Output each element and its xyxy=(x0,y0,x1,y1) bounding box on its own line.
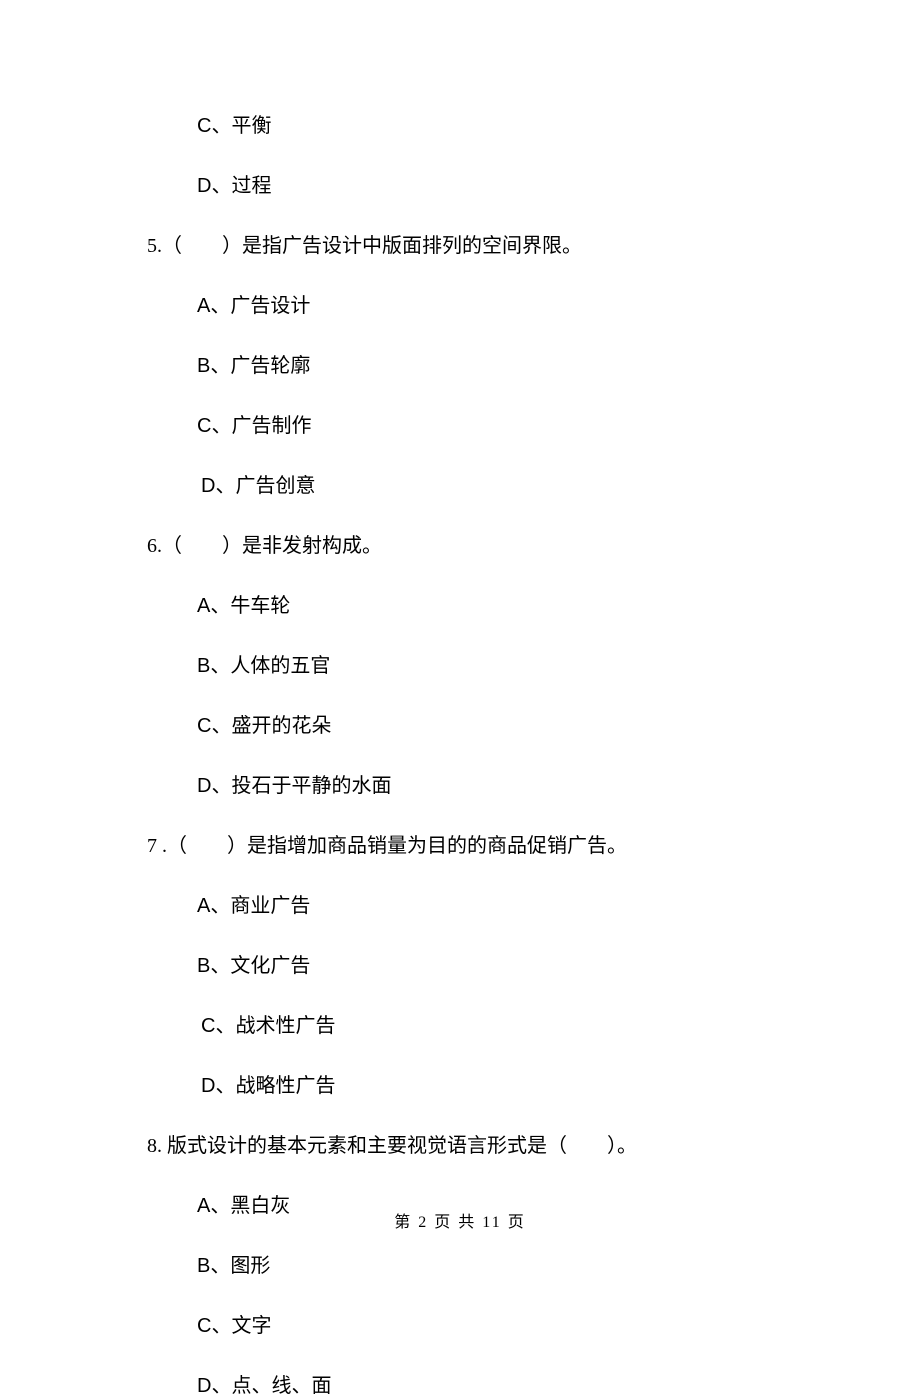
option-letter: C xyxy=(197,415,211,437)
option-text: 、投石于平静的水面 xyxy=(211,775,391,797)
option-letter: C xyxy=(197,115,211,137)
option-text: 、牛车轮 xyxy=(210,595,290,617)
question-number: 8. xyxy=(147,1135,162,1157)
q7-option-d: D、战略性广告 xyxy=(147,1072,820,1100)
option-letter: D xyxy=(201,1075,215,1097)
option-text: 、盛开的花朵 xyxy=(211,715,331,737)
question-text: （ ）是指广告设计中版面排列的空间界限。 xyxy=(162,235,582,257)
option-text: 、图形 xyxy=(210,1255,270,1277)
option-letter: D xyxy=(197,775,211,797)
option-text: 、广告制作 xyxy=(211,415,311,437)
question-number: 6. xyxy=(147,535,162,557)
q8-option-b: B、图形 xyxy=(147,1252,820,1280)
option-letter: B xyxy=(197,355,210,377)
q7-option-c: C、战术性广告 xyxy=(147,1012,820,1040)
q5-option-a: A、广告设计 xyxy=(147,292,820,320)
q4-option-c: C、平衡 xyxy=(147,112,820,140)
option-text: 、广告轮廓 xyxy=(210,355,310,377)
option-letter: C xyxy=(201,1015,215,1037)
question-number: 7 . xyxy=(147,835,167,857)
q6-option-b: B、人体的五官 xyxy=(147,652,820,680)
option-text: 、商业广告 xyxy=(210,895,310,917)
option-text: 、文化广告 xyxy=(210,955,310,977)
option-text: 、点、线、面 xyxy=(211,1375,331,1397)
option-text: 、文字 xyxy=(211,1315,271,1337)
option-text: 、广告创意 xyxy=(215,475,315,497)
option-letter: D xyxy=(197,1375,211,1397)
q6-stem: 6.（ ）是非发射构成。 xyxy=(147,532,820,560)
question-text: （ ）是非发射构成。 xyxy=(162,535,382,557)
q5-stem: 5.（ ）是指广告设计中版面排列的空间界限。 xyxy=(147,232,820,260)
question-number: 5. xyxy=(147,235,162,257)
option-letter: B xyxy=(197,655,210,677)
option-text: 、过程 xyxy=(211,175,271,197)
page-content: C、平衡 D、过程 5.（ ）是指广告设计中版面排列的空间界限。 A、广告设计 … xyxy=(0,0,920,1302)
option-letter: B xyxy=(197,955,210,977)
q8-stem: 8. 版式设计的基本元素和主要视觉语言形式是（ ）。 xyxy=(147,1132,820,1160)
q7-option-b: B、文化广告 xyxy=(147,952,820,980)
option-text: 、战术性广告 xyxy=(215,1015,335,1037)
q6-option-c: C、盛开的花朵 xyxy=(147,712,820,740)
q8-option-c: C、文字 xyxy=(147,1312,820,1340)
option-letter: D xyxy=(201,475,215,497)
option-letter: B xyxy=(197,1255,210,1277)
option-text: 、平衡 xyxy=(211,115,271,137)
option-letter: D xyxy=(197,175,211,197)
option-letter: C xyxy=(197,1315,211,1337)
question-text: （ ）是指增加商品销量为目的的商品促销广告。 xyxy=(167,835,627,857)
option-letter: C xyxy=(197,715,211,737)
q5-option-c: C、广告制作 xyxy=(147,412,820,440)
option-letter: A xyxy=(197,895,210,917)
q6-option-d: D、投石于平静的水面 xyxy=(147,772,820,800)
q5-option-d: D、广告创意 xyxy=(147,472,820,500)
q7-stem: 7 .（ ）是指增加商品销量为目的的商品促销广告。 xyxy=(147,832,820,860)
option-text: 、人体的五官 xyxy=(210,655,330,677)
option-text: 、战略性广告 xyxy=(215,1075,335,1097)
q6-option-a: A、牛车轮 xyxy=(147,592,820,620)
option-text: 、广告设计 xyxy=(210,295,310,317)
q8-option-d: D、点、线、面 xyxy=(147,1372,820,1400)
q7-option-a: A、商业广告 xyxy=(147,892,820,920)
q4-option-d: D、过程 xyxy=(147,172,820,200)
page-footer: 第 2 页 共 11 页 xyxy=(0,1208,920,1232)
question-text: 版式设计的基本元素和主要视觉语言形式是（ ）。 xyxy=(162,1135,637,1157)
option-letter: A xyxy=(197,595,210,617)
option-letter: A xyxy=(197,295,210,317)
q5-option-b: B、广告轮廓 xyxy=(147,352,820,380)
